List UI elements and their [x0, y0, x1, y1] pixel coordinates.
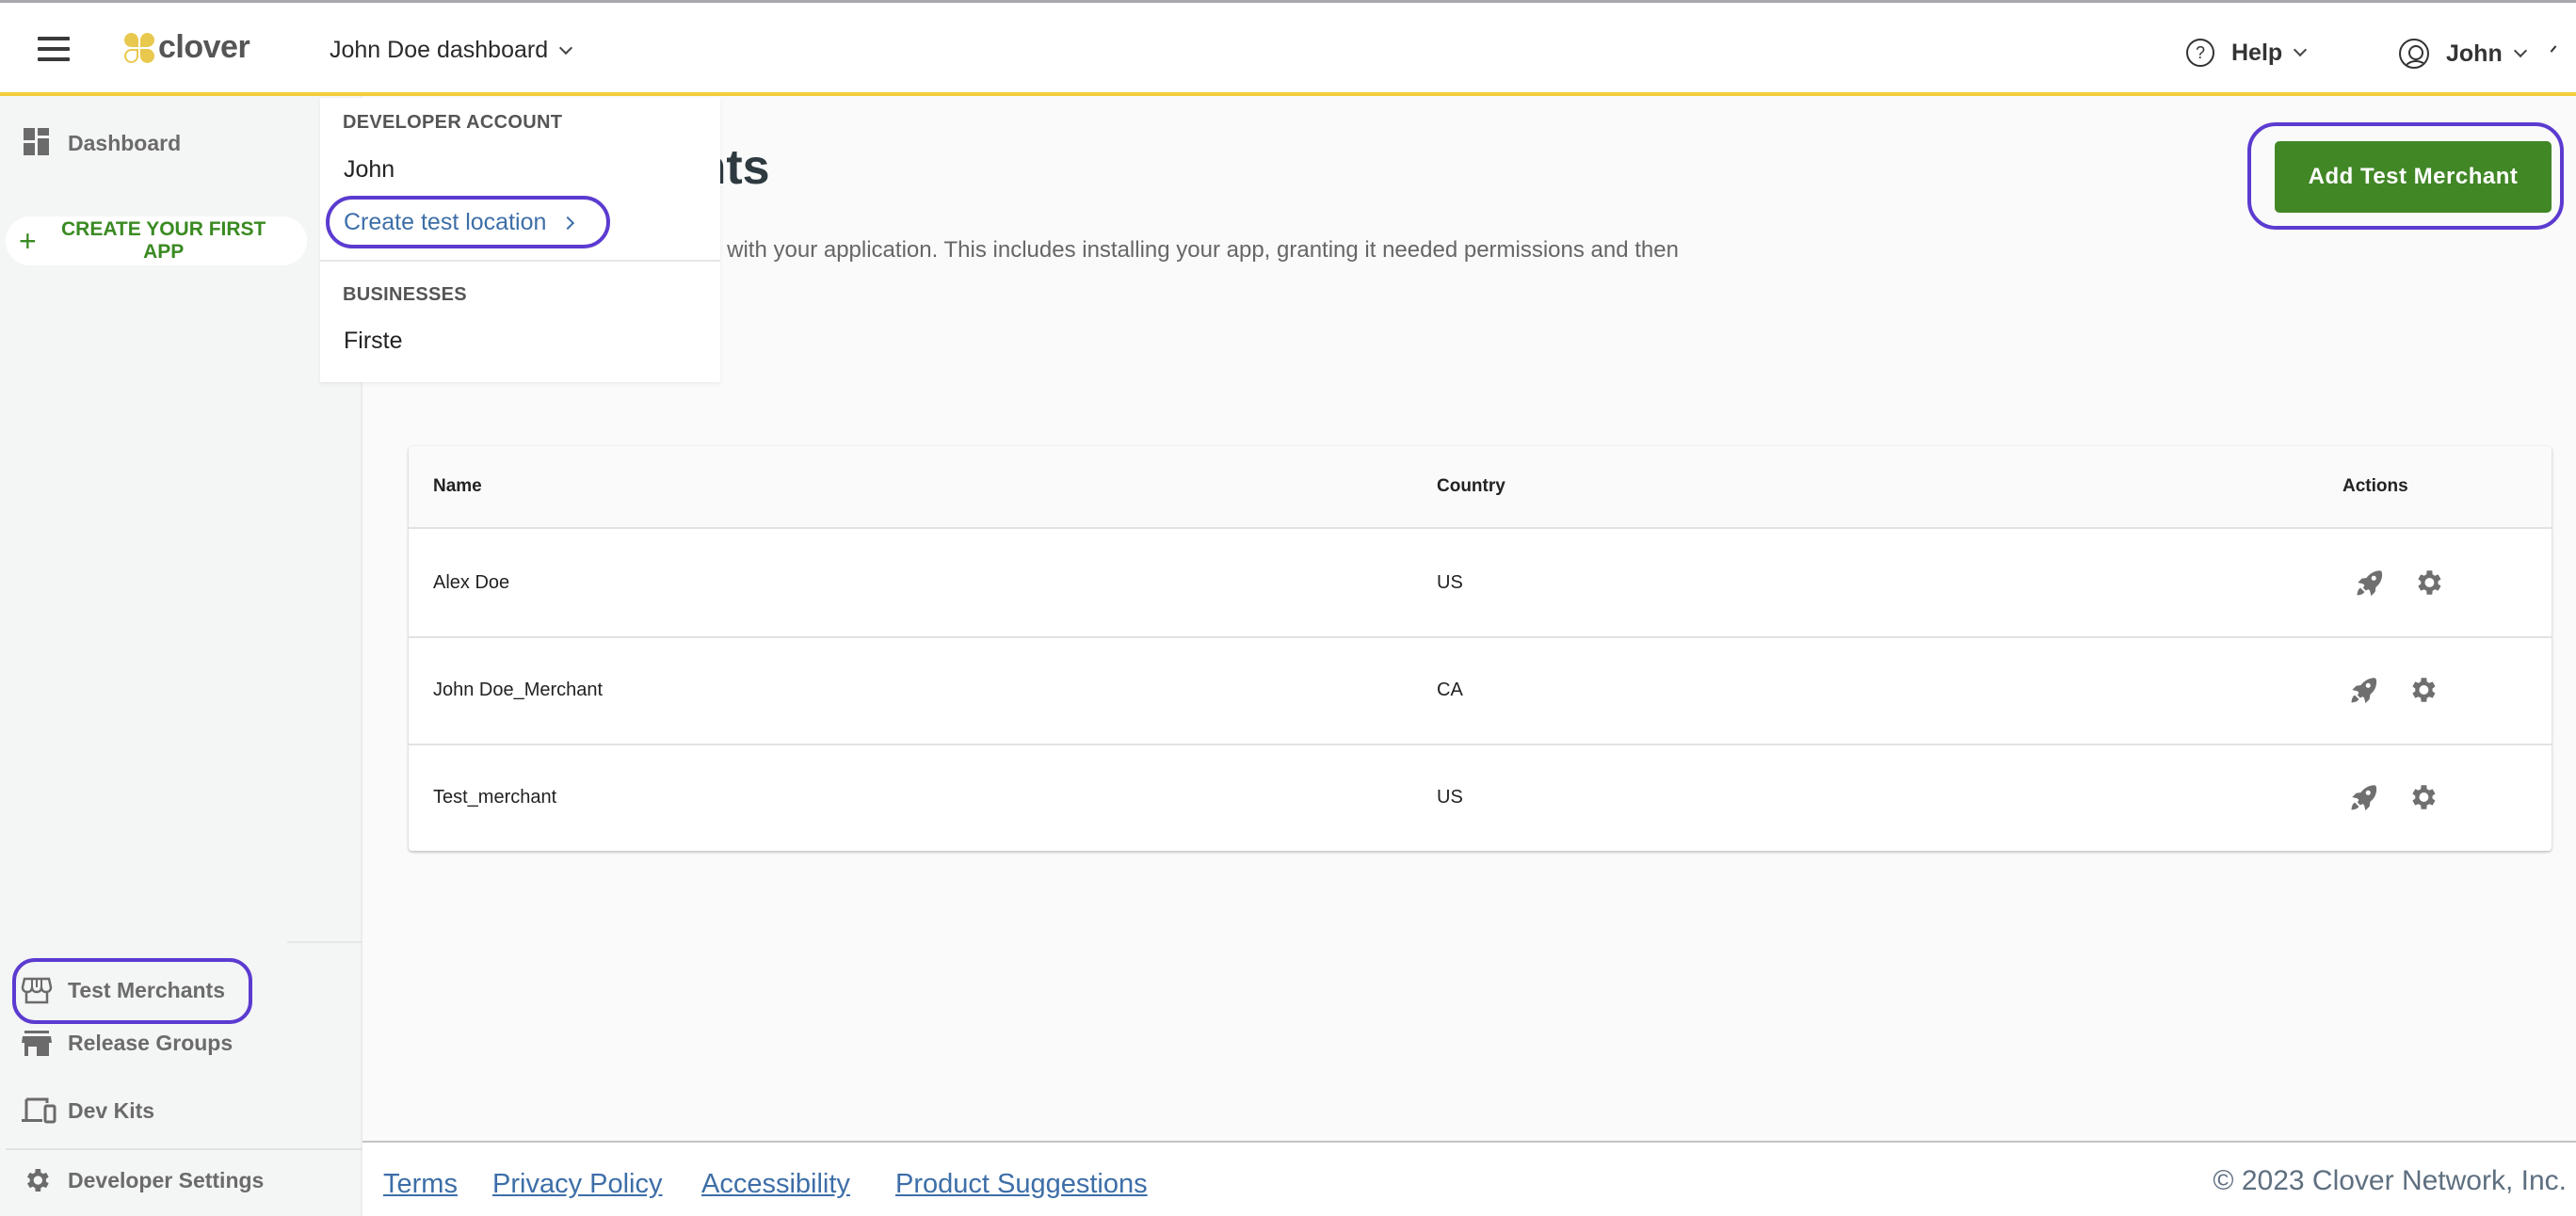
- chevron-down-icon: [2294, 42, 2308, 57]
- merchant-name: John Doe_Merchant: [433, 680, 604, 700]
- table-row: John Doe_Merchant CA: [409, 638, 2552, 745]
- gear-icon: [21, 1165, 53, 1195]
- product-suggestions-link[interactable]: Product Suggestions: [895, 1169, 1148, 1200]
- sidebar-item-dashboard[interactable]: Dashboard: [21, 128, 181, 158]
- settings-gear-icon[interactable]: [2407, 674, 2439, 706]
- settings-gear-icon[interactable]: [2412, 567, 2444, 599]
- brand-name: clover: [158, 29, 250, 65]
- merchant-country: US: [1437, 787, 1463, 808]
- copyright: © 2023 Clover Network, Inc.: [2213, 1165, 2567, 1196]
- accessibility-link[interactable]: Accessibility: [701, 1169, 850, 1200]
- column-header-actions: Actions: [2343, 476, 2408, 496]
- add-test-merchant-button[interactable]: Add Test Merchant: [2275, 141, 2552, 213]
- businesses-heading: BUSINESSES: [343, 284, 467, 305]
- developer-account-item[interactable]: John: [344, 156, 394, 184]
- merchant-country: US: [1437, 572, 1463, 593]
- sidebar-item-label: Dev Kits: [68, 1097, 155, 1123]
- divider: [287, 941, 362, 943]
- dashboard-switcher-dropdown: DEVELOPER ACCOUNT John Create test locat…: [320, 98, 720, 382]
- sidebar-item-label: Dashboard: [68, 130, 182, 155]
- merchant-name: Alex Doe: [433, 572, 510, 593]
- sidebar: Dashboard + CREATE YOUR FIRST APP Test M…: [0, 96, 362, 1216]
- sidebar-item-release-groups[interactable]: Release Groups: [21, 1028, 233, 1058]
- table-row: Test_merchant US: [409, 745, 2552, 851]
- footer: Terms Privacy Policy Accessibility Produ…: [362, 1141, 2576, 1216]
- menu-icon[interactable]: [38, 37, 70, 61]
- create-test-location-link[interactable]: Create test location: [344, 209, 575, 236]
- dashboard-switcher-label: John Doe dashboard: [330, 37, 549, 63]
- column-header-country[interactable]: Country: [1437, 476, 1505, 497]
- merchant-country: CA: [1437, 680, 1463, 700]
- chevron-right-icon: [561, 216, 575, 230]
- terms-link[interactable]: Terms: [383, 1169, 458, 1200]
- user-menu[interactable]: John: [2399, 39, 2527, 69]
- developer-account-heading: DEVELOPER ACCOUNT: [343, 112, 563, 133]
- create-first-app-button[interactable]: + CREATE YOUR FIRST APP: [6, 216, 307, 265]
- column-header-name[interactable]: Name: [433, 476, 482, 497]
- help-label: Help: [2231, 39, 2283, 66]
- create-app-label: CREATE YOUR FIRST APP: [60, 218, 266, 263]
- sidebar-item-label: Test Merchants: [68, 977, 226, 1002]
- table-header: Name Country Actions: [409, 446, 2552, 529]
- sidebar-item-test-merchants[interactable]: Test Merchants: [21, 975, 225, 1005]
- help-icon: ?: [2186, 39, 2214, 67]
- user-avatar-icon: [2399, 39, 2429, 69]
- plus-icon: +: [19, 223, 37, 258]
- business-item[interactable]: Firste: [344, 328, 403, 355]
- dashboard-switcher[interactable]: John Doe dashboard: [330, 37, 573, 64]
- divider: [6, 1148, 362, 1150]
- merchant-name: Test_merchant: [433, 787, 557, 808]
- chevron-down-icon: [2513, 43, 2527, 58]
- help-menu[interactable]: ? Help: [2186, 39, 2308, 67]
- sidebar-item-label: Developer Settings: [68, 1167, 265, 1192]
- launch-rocket-icon[interactable]: [2348, 781, 2380, 813]
- sidebar-item-label: Release Groups: [68, 1030, 233, 1055]
- divider: [320, 260, 720, 262]
- chevron-down-icon: [559, 40, 573, 55]
- storefront-icon: [21, 975, 53, 1005]
- clover-logo[interactable]: clover: [124, 29, 250, 66]
- overflow-indicator-icon: [2550, 45, 2557, 53]
- settings-gear-icon[interactable]: [2407, 781, 2439, 813]
- launch-rocket-icon[interactable]: [2348, 674, 2380, 706]
- clover-leaf-icon: [124, 32, 154, 63]
- top-bar: clover John Doe dashboard ? Help John: [0, 0, 2576, 96]
- table-row: Alex Doe US: [409, 531, 2552, 638]
- launch-rocket-icon[interactable]: [2354, 567, 2386, 599]
- dashboard-icon: [21, 128, 53, 158]
- sidebar-item-dev-kits[interactable]: Dev Kits: [21, 1096, 154, 1126]
- create-test-location-label: Create test location: [344, 209, 547, 235]
- sidebar-item-developer-settings[interactable]: Developer Settings: [21, 1165, 264, 1195]
- user-label: John: [2446, 40, 2503, 67]
- devices-icon: [21, 1096, 56, 1126]
- test-merchants-table: Name Country Actions Alex Doe US John Doe_…: [409, 446, 2552, 851]
- privacy-policy-link[interactable]: Privacy Policy: [492, 1169, 663, 1200]
- store-icon: [21, 1028, 53, 1058]
